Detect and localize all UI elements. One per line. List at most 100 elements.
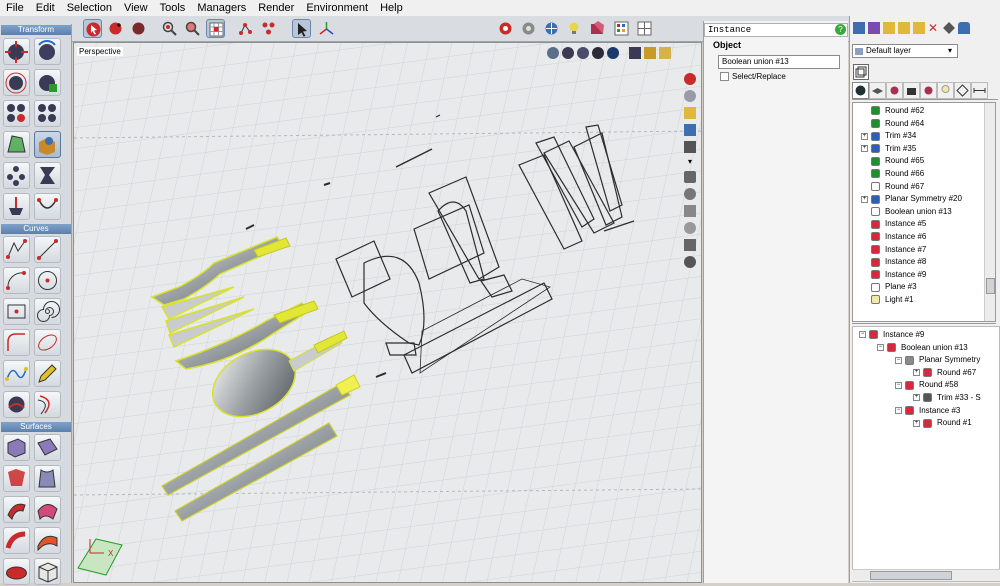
- history-tree[interactable]: − Instance #9 − Boolean union #13 − Planar Sy…: [852, 326, 1000, 582]
- expand-icon[interactable]: −: [859, 331, 866, 339]
- twist-button[interactable]: [34, 162, 61, 189]
- tree-item[interactable]: Instance #8: [861, 256, 926, 268]
- history-item[interactable]: − Instance #9: [859, 329, 924, 341]
- patch-button[interactable]: [3, 558, 30, 585]
- menu-file[interactable]: File: [6, 2, 24, 14]
- tree-item[interactable]: Instance #6: [861, 231, 926, 243]
- spiral-button[interactable]: [34, 298, 61, 325]
- camera-icon[interactable]: [684, 171, 696, 183]
- expand-icon[interactable]: +: [861, 145, 868, 153]
- fillet-curve-button[interactable]: [3, 329, 30, 356]
- tab-materials[interactable]: [886, 82, 903, 99]
- material-button[interactable]: [588, 19, 607, 38]
- cube-icon[interactable]: [868, 22, 880, 34]
- history-scrollbar[interactable]: [852, 569, 1000, 581]
- offset-curve-button[interactable]: [34, 391, 61, 418]
- object-tree[interactable]: Round #62 Round #64 + Trim #34 + Trim #35 Roun…: [852, 102, 996, 322]
- tree-item[interactable]: Round #64: [861, 118, 924, 130]
- points-button[interactable]: [236, 19, 255, 38]
- record-icon[interactable]: [684, 73, 696, 85]
- tree-item[interactable]: Light #1: [861, 294, 913, 306]
- expand-icon[interactable]: +: [861, 132, 868, 140]
- extrude-button[interactable]: [3, 434, 30, 461]
- tree-item[interactable]: + Trim #34: [861, 130, 916, 142]
- zoom-extents-button[interactable]: [183, 19, 202, 38]
- axis-button[interactable]: [317, 19, 336, 38]
- tree-item[interactable]: Instance #7: [861, 244, 926, 256]
- project-curve-button[interactable]: [3, 391, 30, 418]
- tree-item[interactable]: Round #62: [861, 105, 924, 117]
- tree-item[interactable]: + Planar Symmetry #20: [861, 193, 962, 205]
- expand-icon[interactable]: −: [895, 406, 902, 414]
- view-toggle-button[interactable]: [853, 64, 869, 80]
- library-button[interactable]: [612, 19, 631, 38]
- history-item[interactable]: − Round #58: [895, 379, 958, 391]
- menu-tools[interactable]: Tools: [160, 2, 186, 14]
- history-item[interactable]: + Round #67: [913, 367, 976, 379]
- sketch-curve-button[interactable]: [34, 360, 61, 387]
- layout-button[interactable]: [635, 19, 654, 38]
- perspective-viewport[interactable]: X Perspective ▾: [73, 42, 702, 583]
- scale-button[interactable]: [3, 69, 30, 96]
- top-view-icon[interactable]: [644, 47, 656, 59]
- sweep-button[interactable]: [3, 496, 30, 523]
- rotate-view-icon[interactable]: [684, 256, 696, 268]
- tree-item[interactable]: + Trim #35: [861, 143, 916, 155]
- deform-button[interactable]: [3, 131, 30, 158]
- rotate-button[interactable]: [34, 38, 61, 65]
- grid-button[interactable]: [206, 19, 225, 38]
- menu-selection[interactable]: Selection: [67, 2, 112, 14]
- tree-item[interactable]: Round #67: [861, 181, 924, 193]
- menu-help[interactable]: Help: [380, 2, 403, 14]
- tab-layers[interactable]: [869, 82, 886, 99]
- render-settings-button[interactable]: [519, 19, 538, 38]
- chevron-down-icon[interactable]: ▾: [684, 158, 696, 166]
- pan-icon[interactable]: [684, 205, 696, 217]
- environment-button[interactable]: [542, 19, 561, 38]
- history-item[interactable]: − Instance #3: [895, 405, 960, 417]
- dolly-icon[interactable]: [684, 239, 696, 251]
- light-button[interactable]: [565, 19, 584, 38]
- blend-button[interactable]: [34, 527, 61, 554]
- array-button[interactable]: [3, 100, 30, 127]
- align-button[interactable]: [3, 193, 30, 220]
- expand-icon[interactable]: +: [861, 195, 868, 203]
- circle-button[interactable]: [34, 267, 61, 294]
- view-cube-icon[interactable]: [629, 47, 641, 59]
- scrollbar-thumb[interactable]: [870, 571, 952, 580]
- zoom-view-icon[interactable]: [684, 222, 696, 234]
- help-icon[interactable]: ?: [835, 24, 846, 35]
- select-add-button[interactable]: [106, 19, 125, 38]
- folder-add-icon[interactable]: [913, 22, 925, 34]
- menu-edit[interactable]: Edit: [36, 2, 55, 14]
- scrollbar-thumb[interactable]: [986, 278, 995, 294]
- rectangle-button[interactable]: [3, 298, 30, 325]
- box-button[interactable]: [34, 558, 61, 585]
- expand-icon[interactable]: +: [913, 419, 920, 427]
- history-item[interactable]: + Round #1: [913, 417, 972, 429]
- loft-button[interactable]: [34, 465, 61, 492]
- revolve-button[interactable]: [3, 465, 30, 492]
- tree-item[interactable]: Boolean union #13: [861, 206, 952, 218]
- history-item[interactable]: + Trim #33 - S: [913, 392, 981, 404]
- line-button[interactable]: [3, 236, 30, 263]
- arc-button[interactable]: [3, 267, 30, 294]
- tab-objects[interactable]: [852, 82, 869, 99]
- display-icon[interactable]: [684, 124, 696, 136]
- front-view-icon[interactable]: [659, 47, 671, 59]
- select-remove-button[interactable]: [129, 19, 148, 38]
- freeform-curve-button[interactable]: [3, 360, 30, 387]
- shaded-mode-icon[interactable]: [562, 47, 574, 59]
- history-item[interactable]: − Boolean union #13: [877, 342, 968, 354]
- tree-scrollbar[interactable]: [984, 103, 995, 321]
- tree-item[interactable]: Instance #5: [861, 218, 926, 230]
- history-item[interactable]: − Planar Symmetry: [895, 354, 980, 366]
- tree-item[interactable]: Instance #9: [861, 269, 926, 281]
- tree-item[interactable]: Round #65: [861, 155, 924, 167]
- expand-icon[interactable]: +: [913, 394, 920, 402]
- menu-render[interactable]: Render: [258, 2, 294, 14]
- tab-environment[interactable]: [920, 82, 937, 99]
- select-tool-button[interactable]: [83, 19, 102, 38]
- expand-icon[interactable]: −: [895, 356, 902, 364]
- layer-dropdown[interactable]: Default layer: [852, 44, 958, 58]
